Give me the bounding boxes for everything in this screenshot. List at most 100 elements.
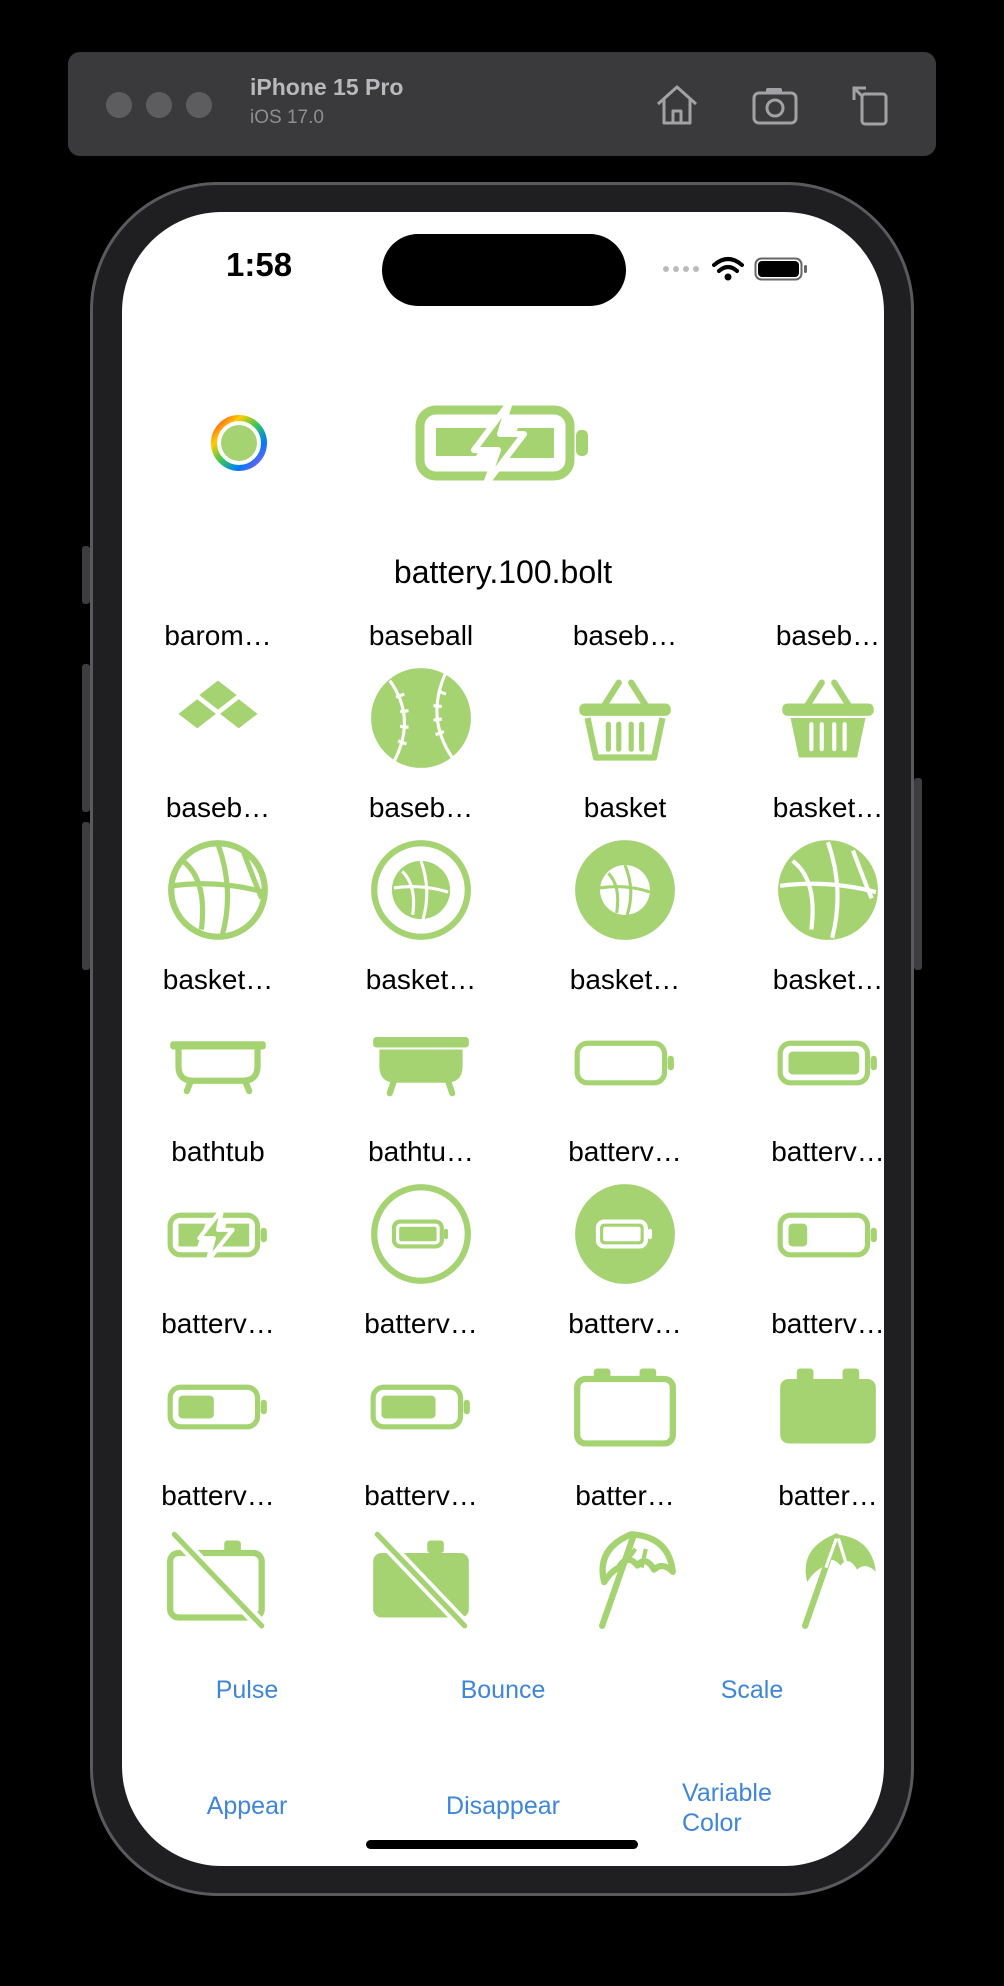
close-window-button[interactable] [106, 92, 132, 118]
volume-up-button [82, 664, 90, 812]
symbol-label: bathtu… [368, 1136, 474, 1167]
status-time: 1:58 [226, 246, 293, 283]
color-picker-icon[interactable] [210, 414, 268, 472]
device-os: iOS 17.0 [250, 107, 324, 128]
bounce-button[interactable]: Bounce [422, 1676, 584, 1705]
symbol-label: batter… [575, 1480, 675, 1511]
disappear-button[interactable]: Disappear [422, 1792, 584, 1821]
symbol-cell[interactable]: batterv… [752, 1136, 884, 1308]
home-indicator[interactable] [366, 1840, 638, 1849]
symbol-cell[interactable]: batterv… [142, 1480, 294, 1652]
symbol-cell[interactable]: barom… [142, 620, 294, 792]
minimize-window-button[interactable] [146, 92, 172, 118]
screenshot-icon[interactable] [748, 78, 802, 132]
symbol-label: batter… [778, 1480, 878, 1511]
basket-fill-icon [776, 666, 880, 770]
scale-button[interactable]: Scale [682, 1676, 822, 1705]
symbol-cell[interactable]: baseball [345, 620, 497, 792]
basketball-icon [166, 838, 270, 942]
bathtub-icon [166, 1010, 270, 1114]
rotate-icon[interactable] [844, 78, 898, 132]
symbol-label: batterv… [364, 1308, 478, 1339]
symbol-cell[interactable]: batterv… [142, 1308, 294, 1480]
symbol-label: baseb… [368, 792, 474, 823]
symbol-cell[interactable]: batterv… [549, 1308, 701, 1480]
symbol-label: batterv… [364, 1480, 478, 1511]
appear-button[interactable]: Appear [182, 1792, 312, 1821]
symbol-label: baseball [368, 620, 474, 651]
symbol-label: batterv… [568, 1308, 682, 1339]
symbol-label: basket… [365, 964, 477, 995]
variable-color-line1: Variable [682, 1779, 772, 1807]
symbol-label: batterv… [771, 1308, 884, 1339]
symbol-cell[interactable]: basket… [549, 964, 701, 1136]
action-button [82, 546, 90, 604]
baseball-icon [369, 666, 473, 770]
battery-status-icon [754, 257, 807, 281]
battery-block-slash-icon [166, 1526, 270, 1631]
battery-block-fill-icon [776, 1354, 880, 1458]
symbol-label: basket… [569, 964, 681, 995]
power-button [914, 778, 922, 970]
symbol-label: baseb… [775, 620, 881, 651]
symbol-cell[interactable]: baseb… [549, 620, 701, 792]
pulse-button[interactable]: Pulse [182, 1676, 312, 1705]
battery-100-icon [776, 1010, 880, 1114]
battery-block-icon [573, 1354, 677, 1458]
beach-umbrella-fill-icon [776, 1526, 880, 1630]
volume-down-button [82, 822, 90, 970]
symbol-cell[interactable]: basket… [752, 964, 884, 1136]
dynamic-island [382, 234, 626, 306]
symbol-label: bathtub [171, 1136, 265, 1167]
symbol-label: baseb… [165, 792, 271, 823]
window-controls [106, 92, 212, 118]
symbol-cell[interactable]: batterv… [752, 1308, 884, 1480]
symbol-cell[interactable]: basket… [752, 792, 884, 964]
basketball-circle-icon [369, 838, 473, 942]
beach-umbrella-icon [573, 1526, 677, 1630]
symbol-label: barom… [164, 620, 272, 651]
battery-50-icon [166, 1354, 270, 1458]
basketball-circle-fill-icon [573, 838, 677, 942]
symbol-cell[interactable]: baseb… [752, 620, 884, 792]
symbol-label: basket… [772, 964, 884, 995]
home-icon[interactable] [650, 78, 704, 132]
zoom-window-button[interactable] [186, 92, 212, 118]
symbol-label: batterv… [568, 1136, 682, 1167]
battery-25-icon [776, 1182, 880, 1286]
symbol-cell[interactable]: baseb… [142, 792, 294, 964]
symbol-cell[interactable]: batterv… [345, 1308, 497, 1480]
symbol-label: batterv… [771, 1136, 884, 1167]
bathtub-fill-icon [369, 1010, 473, 1114]
selected-symbol-name: battery.100.bolt [393, 554, 613, 590]
symbol-label: batterv… [161, 1480, 275, 1511]
symbol-cell[interactable]: batter… [752, 1480, 884, 1652]
symbol-cell[interactable]: batter… [549, 1480, 701, 1652]
symbol-label: basket [583, 792, 667, 823]
symbol-cell[interactable]: bathtu… [345, 1136, 497, 1308]
barometer-icon [166, 666, 270, 770]
battery-0-icon [573, 1010, 677, 1114]
variable-color-button[interactable]: Variable Color [682, 1778, 812, 1838]
symbol-cell[interactable]: bathtub [142, 1136, 294, 1308]
symbol-cell[interactable]: baseb… [345, 792, 497, 964]
basketball-fill-icon [776, 838, 880, 942]
symbol-cell[interactable]: batterv… [549, 1136, 701, 1308]
symbol-cell[interactable]: basket [549, 792, 701, 964]
device-name: iPhone 15 Pro [250, 74, 404, 100]
symbol-label: baseb… [572, 620, 678, 651]
phone-screen: 1:58 battery.100.bolt barom… baseball ba… [122, 212, 884, 1866]
basket-icon [573, 666, 677, 770]
variable-color-line2: Color [682, 1809, 742, 1837]
symbol-cell[interactable]: batterv… [345, 1480, 497, 1652]
cellular-signal-icon [663, 266, 699, 272]
wifi-icon [712, 257, 744, 281]
symbol-cell[interactable]: basket… [345, 964, 497, 1136]
simulator-toolbar: iPhone 15 Pro iOS 17.0 [68, 52, 936, 156]
battery-circle-fill-icon [573, 1182, 677, 1286]
battery-100-bolt-icon [414, 398, 594, 488]
symbol-label: batterv… [161, 1308, 275, 1339]
battery-bolt-icon [166, 1182, 270, 1286]
battery-75-icon [369, 1354, 473, 1458]
symbol-cell[interactable]: basket… [142, 964, 294, 1136]
